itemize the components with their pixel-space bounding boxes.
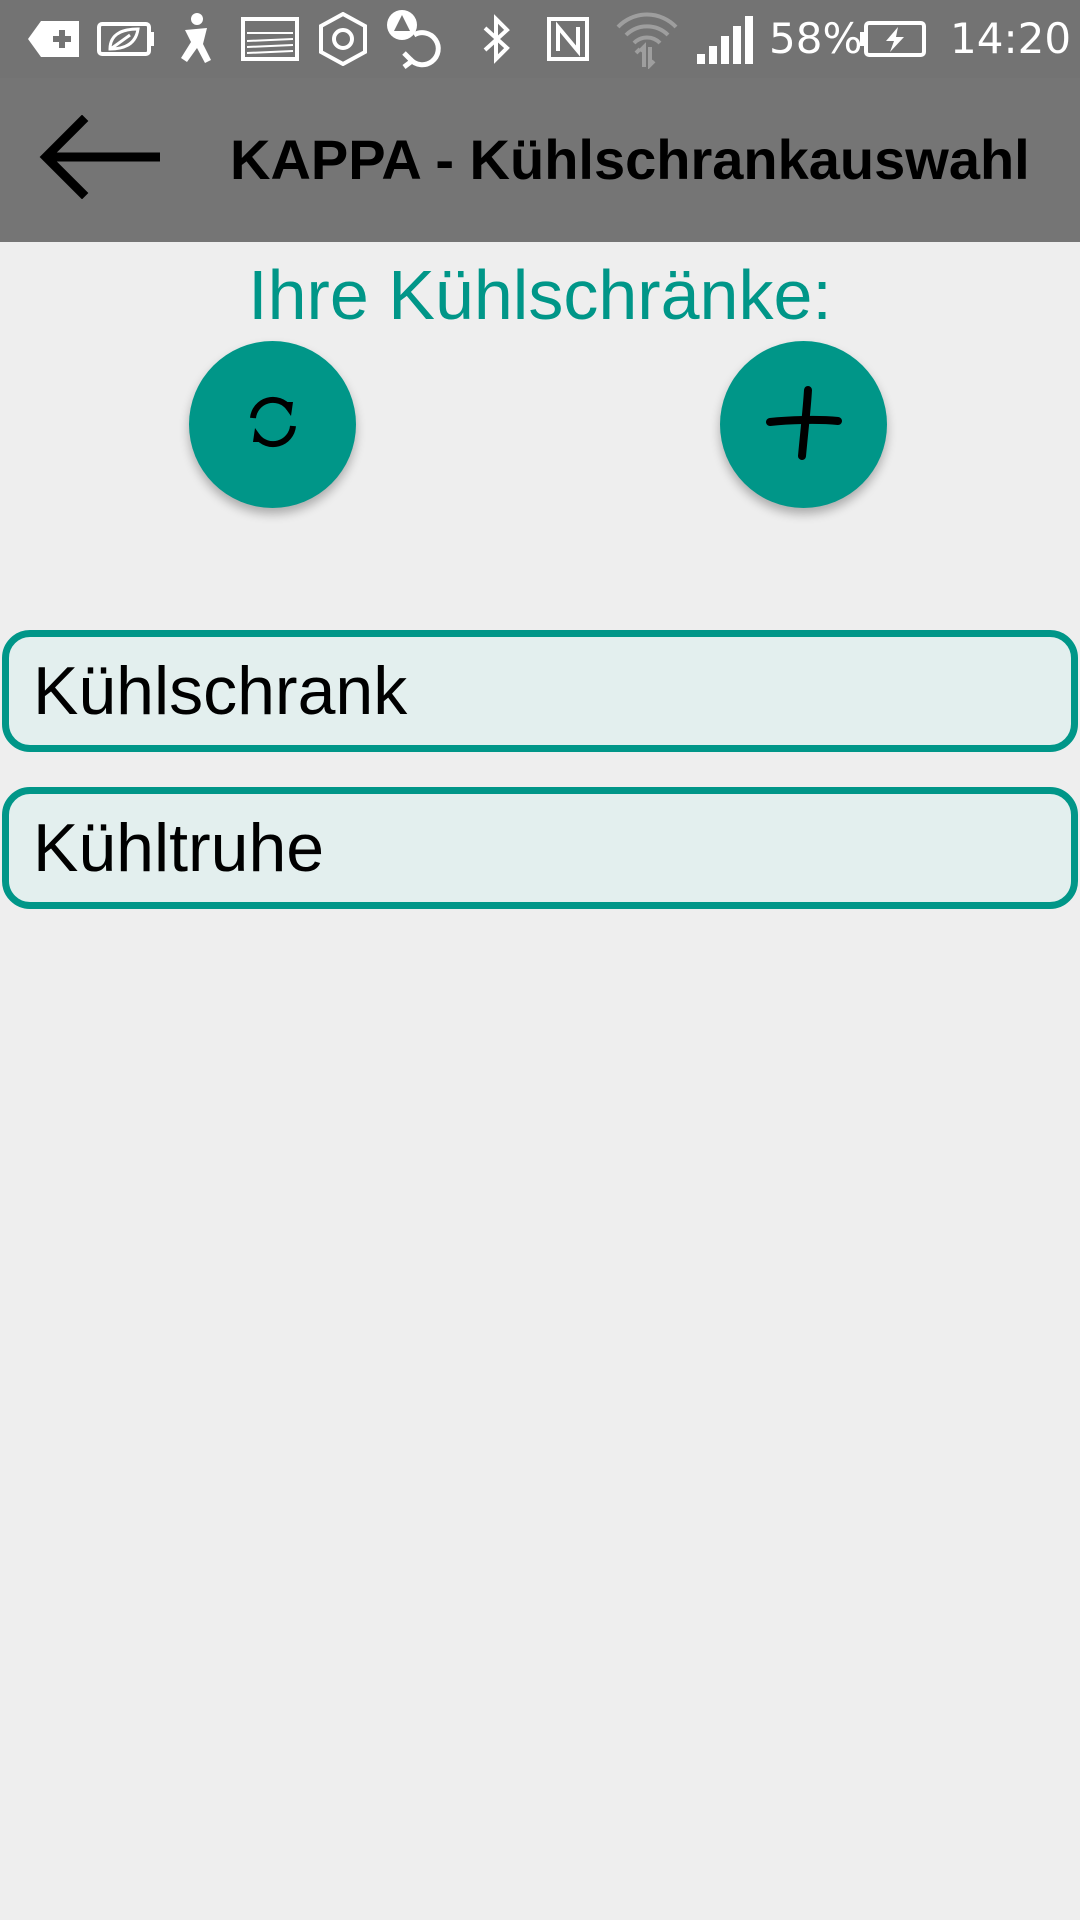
plus-icon [765, 384, 842, 465]
app-bar: KAPPA - Kühlschrankauswahl [0, 78, 1080, 242]
fridge-list-item[interactable]: Kühlschrank [2, 630, 1078, 752]
clock: 14:20 [950, 14, 1072, 63]
fridge-list-item[interactable]: Kühltruhe [2, 787, 1078, 909]
fridge-name: Kühltruhe [33, 810, 325, 886]
notification-add-icon [26, 10, 82, 68]
nfc-icon [544, 10, 592, 68]
refresh-button[interactable] [189, 341, 356, 508]
fridge-name: Kühlschrank [33, 653, 408, 729]
eco-battery-icon [96, 10, 156, 68]
hexagon-settings-icon [316, 10, 370, 68]
sync-alert-icon [384, 10, 444, 69]
wifi-icon [614, 10, 680, 69]
arrow-left-icon [38, 114, 162, 204]
back-button[interactable] [38, 111, 178, 207]
add-fridge-button[interactable] [720, 341, 887, 508]
refresh-icon [243, 392, 303, 457]
accessibility-icon [172, 10, 220, 68]
image-icon [240, 10, 300, 68]
cellular-signal-icon [694, 10, 756, 68]
section-heading: Ihre Kühlschränke: [248, 256, 832, 334]
battery-percent: 58% [769, 14, 863, 63]
bluetooth-icon [476, 10, 516, 68]
battery-charging-icon [858, 10, 926, 68]
status-bar: 58% 14:20 [0, 0, 1080, 78]
page-title: KAPPA - Kühlschrankauswahl [230, 128, 1030, 191]
